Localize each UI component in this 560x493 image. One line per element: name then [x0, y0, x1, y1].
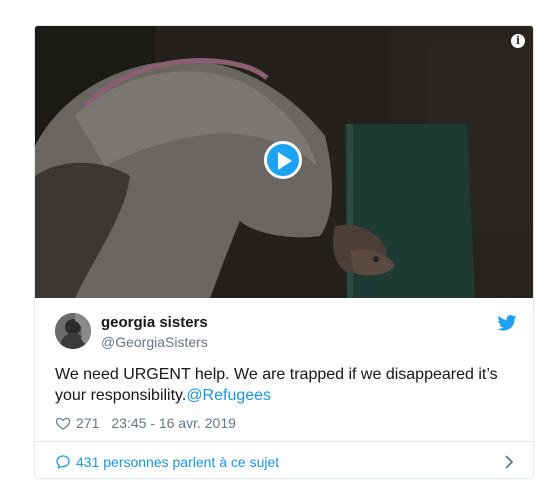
conversation-link[interactable]: 431 personnes parlent à ce sujet — [55, 451, 515, 473]
tweet-text: We need URGENT help. We are trapped if w… — [55, 364, 515, 406]
user-handle[interactable]: @GeorgiaSisters — [101, 334, 208, 350]
play-button[interactable] — [264, 141, 302, 179]
tweet-card[interactable]: i georgia sisters @GeorgiaSisters We nee… — [34, 25, 534, 479]
speech-bubble-icon — [56, 455, 70, 470]
chevron-right-icon[interactable] — [503, 454, 515, 470]
info-icon[interactable]: i — [511, 34, 525, 48]
play-icon — [278, 152, 292, 170]
tweet-text-main: We need URGENT help. We are trapped if w… — [55, 366, 498, 404]
twitter-bird-icon[interactable] — [497, 315, 517, 331]
divider — [35, 441, 533, 442]
tweet-header: georgia sisters @GeorgiaSisters — [55, 313, 517, 353]
like-count[interactable]: 271 — [76, 415, 99, 431]
display-name[interactable]: georgia sisters — [101, 314, 208, 331]
video-player[interactable]: i — [35, 26, 533, 298]
tweet-timestamp[interactable]: 23:45 - 16 avr. 2019 — [111, 415, 236, 431]
heart-icon[interactable] — [55, 415, 71, 431]
conversation-label[interactable]: 431 personnes parlent à ce sujet — [76, 454, 279, 470]
mention-link[interactable]: @Refugees — [186, 387, 271, 404]
avatar[interactable] — [55, 313, 91, 349]
tweet-meta: 271 23:45 - 16 avr. 2019 — [55, 413, 236, 433]
